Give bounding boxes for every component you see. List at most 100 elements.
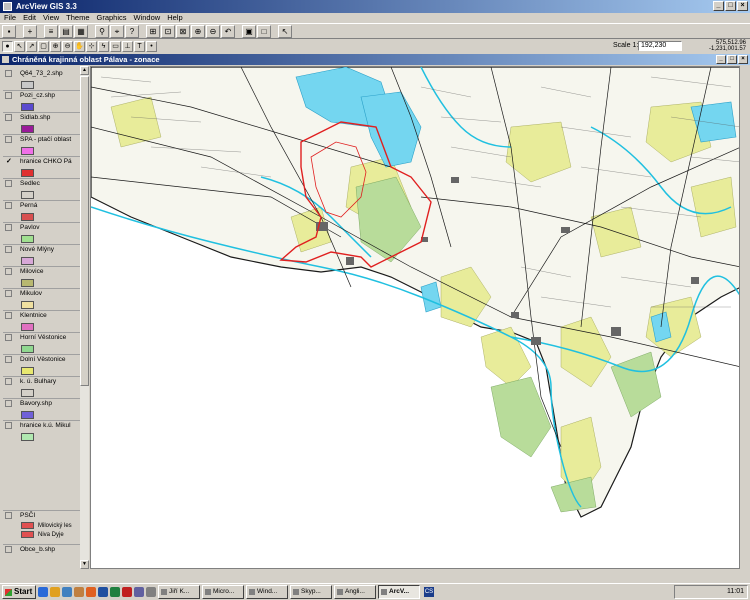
theme-entry[interactable]: Horní Věstonice bbox=[3, 332, 80, 354]
outlook-icon[interactable] bbox=[50, 587, 60, 597]
desktop-icon[interactable] bbox=[62, 587, 72, 597]
zoom-out-tool-icon[interactable]: ⊖ bbox=[62, 40, 73, 52]
map-vertical-scrollbar[interactable] bbox=[740, 66, 750, 569]
add-theme-icon[interactable]: + bbox=[23, 24, 37, 38]
select-features-icon[interactable]: ▣ bbox=[242, 24, 256, 38]
query-builder-icon[interactable]: ? bbox=[125, 24, 139, 38]
scale-input[interactable]: 192,230 bbox=[638, 41, 682, 51]
task-button[interactable]: Jiří K... bbox=[158, 585, 200, 599]
theme-checkbox[interactable] bbox=[5, 246, 12, 253]
menu-graphics[interactable]: Graphics bbox=[97, 13, 127, 23]
theme-entry[interactable]: Klentnice bbox=[3, 310, 80, 332]
task-button[interactable]: Wind... bbox=[246, 585, 288, 599]
locate-address-icon[interactable]: ⌖ bbox=[110, 24, 124, 38]
zoom-in-icon[interactable]: ⊕ bbox=[191, 24, 205, 38]
close-button[interactable]: × bbox=[737, 1, 748, 11]
theme-entry[interactable]: k. ú. Bulhary bbox=[3, 376, 80, 398]
task-button-active[interactable]: ArcV... bbox=[378, 585, 420, 599]
menu-help[interactable]: Help bbox=[167, 13, 182, 23]
task-button[interactable]: Skyp... bbox=[290, 585, 332, 599]
theme-checkbox[interactable] bbox=[5, 114, 12, 121]
language-indicator[interactable]: CS bbox=[424, 587, 434, 597]
text-icon[interactable]: T bbox=[134, 40, 145, 52]
label-icon[interactable]: ⊥ bbox=[122, 40, 133, 52]
view-maximize-button[interactable]: □ bbox=[727, 55, 737, 64]
scroll-up-icon[interactable]: ▲ bbox=[80, 66, 89, 75]
theme-properties-icon[interactable]: ≡ bbox=[44, 24, 58, 38]
theme-checkbox[interactable] bbox=[5, 546, 12, 553]
theme-checkbox[interactable] bbox=[5, 334, 12, 341]
menu-theme[interactable]: Theme bbox=[66, 13, 89, 23]
theme-checkbox[interactable] bbox=[5, 312, 12, 319]
start-button[interactable]: Start bbox=[2, 585, 36, 599]
toc-scrollbar[interactable]: ▲ ▼ bbox=[80, 66, 89, 569]
zoom-out-icon[interactable]: ⊖ bbox=[206, 24, 220, 38]
theme-checkbox[interactable] bbox=[5, 224, 12, 231]
theme-checkbox[interactable] bbox=[5, 400, 12, 407]
map-view[interactable] bbox=[90, 66, 740, 569]
theme-checkbox[interactable] bbox=[5, 136, 12, 143]
excel-icon[interactable] bbox=[110, 587, 120, 597]
pan-icon[interactable]: ✋ bbox=[74, 40, 85, 52]
theme-entry[interactable]: Milovice bbox=[3, 266, 80, 288]
theme-entry[interactable]: hranice k.ú. Mikul bbox=[3, 420, 80, 442]
theme-checkbox[interactable] bbox=[5, 422, 12, 429]
maximize-button[interactable]: □ bbox=[725, 1, 736, 11]
help-icon[interactable]: ↖ bbox=[278, 24, 292, 38]
theme-checkbox[interactable] bbox=[5, 356, 12, 363]
save-icon[interactable]: ▪ bbox=[2, 24, 16, 38]
zoom-full-extent-icon[interactable]: ⊞ bbox=[146, 24, 160, 38]
hotlink-icon[interactable]: ϟ bbox=[98, 40, 109, 52]
theme-checkbox[interactable] bbox=[5, 180, 12, 187]
theme-checkbox[interactable] bbox=[5, 268, 12, 275]
theme-entry[interactable]: Perná bbox=[3, 200, 80, 222]
theme-entry[interactable]: Sedlec bbox=[3, 178, 80, 200]
theme-entry[interactable]: ✓ hranice CHKO Pá bbox=[3, 156, 80, 178]
theme-entry[interactable]: Pozi_cz.shp bbox=[3, 90, 80, 112]
theme-entry[interactable]: Nové Mlýny bbox=[3, 244, 80, 266]
identify-icon[interactable]: ● bbox=[2, 40, 13, 52]
vertex-edit-icon[interactable]: ↗ bbox=[26, 40, 37, 52]
word-icon[interactable] bbox=[98, 587, 108, 597]
select-feature-icon[interactable]: ▢ bbox=[38, 40, 49, 52]
minimize-button[interactable]: _ bbox=[713, 1, 724, 11]
theme-checkbox[interactable] bbox=[5, 512, 12, 519]
measure-icon[interactable]: ⊹ bbox=[86, 40, 97, 52]
scroll-down-icon[interactable]: ▼ bbox=[80, 560, 89, 569]
theme-checkbox[interactable] bbox=[5, 290, 12, 297]
menu-edit[interactable]: Edit bbox=[23, 13, 36, 23]
explorer-icon[interactable] bbox=[74, 587, 84, 597]
theme-entry[interactable]: SPA - ptačí oblast bbox=[3, 134, 80, 156]
ie-icon[interactable] bbox=[38, 587, 48, 597]
theme-entry[interactable]: Bavory.shp bbox=[3, 398, 80, 420]
zoom-active-themes-icon[interactable]: ⊡ bbox=[161, 24, 175, 38]
theme-obce[interactable]: Obce_b.shp bbox=[3, 544, 80, 566]
zoom-selected-icon[interactable]: ⊠ bbox=[176, 24, 190, 38]
pointer-icon[interactable]: ↖ bbox=[14, 40, 25, 52]
theme-checkbox[interactable] bbox=[5, 70, 12, 77]
zoom-in-tool-icon[interactable]: ⊕ bbox=[50, 40, 61, 52]
theme-checkbox[interactable] bbox=[5, 92, 12, 99]
scroll-thumb[interactable] bbox=[80, 76, 89, 386]
draw-point-icon[interactable]: • bbox=[146, 40, 157, 52]
media-icon[interactable] bbox=[134, 587, 144, 597]
task-button[interactable]: Micro... bbox=[202, 585, 244, 599]
theme-checkbox[interactable]: ✓ bbox=[5, 158, 12, 165]
theme-entry[interactable]: Sidlab.shp bbox=[3, 112, 80, 134]
theme-entry[interactable]: Q64_73_2.shp bbox=[3, 68, 79, 90]
theme-checkbox[interactable] bbox=[5, 378, 12, 385]
edit-legend-icon[interactable]: ▤ bbox=[59, 24, 73, 38]
zoom-previous-icon[interactable]: ↶ bbox=[221, 24, 235, 38]
theme-psci[interactable]: PSČI Milovický les Niva Dyje bbox=[3, 510, 80, 544]
firefox-icon[interactable] bbox=[86, 587, 96, 597]
open-table-icon[interactable]: ▦ bbox=[74, 24, 88, 38]
clear-selection-icon[interactable]: □ bbox=[257, 24, 271, 38]
map-canvas[interactable] bbox=[91, 67, 740, 569]
theme-entry[interactable]: Dolní Věstonice bbox=[3, 354, 80, 376]
theme-entry[interactable]: Mikulov bbox=[3, 288, 80, 310]
view-close-button[interactable]: × bbox=[738, 55, 748, 64]
theme-checkbox[interactable] bbox=[5, 202, 12, 209]
view-minimize-button[interactable]: _ bbox=[716, 55, 726, 64]
area-of-interest-icon[interactable]: ▭ bbox=[110, 40, 121, 52]
menu-view[interactable]: View bbox=[43, 13, 59, 23]
